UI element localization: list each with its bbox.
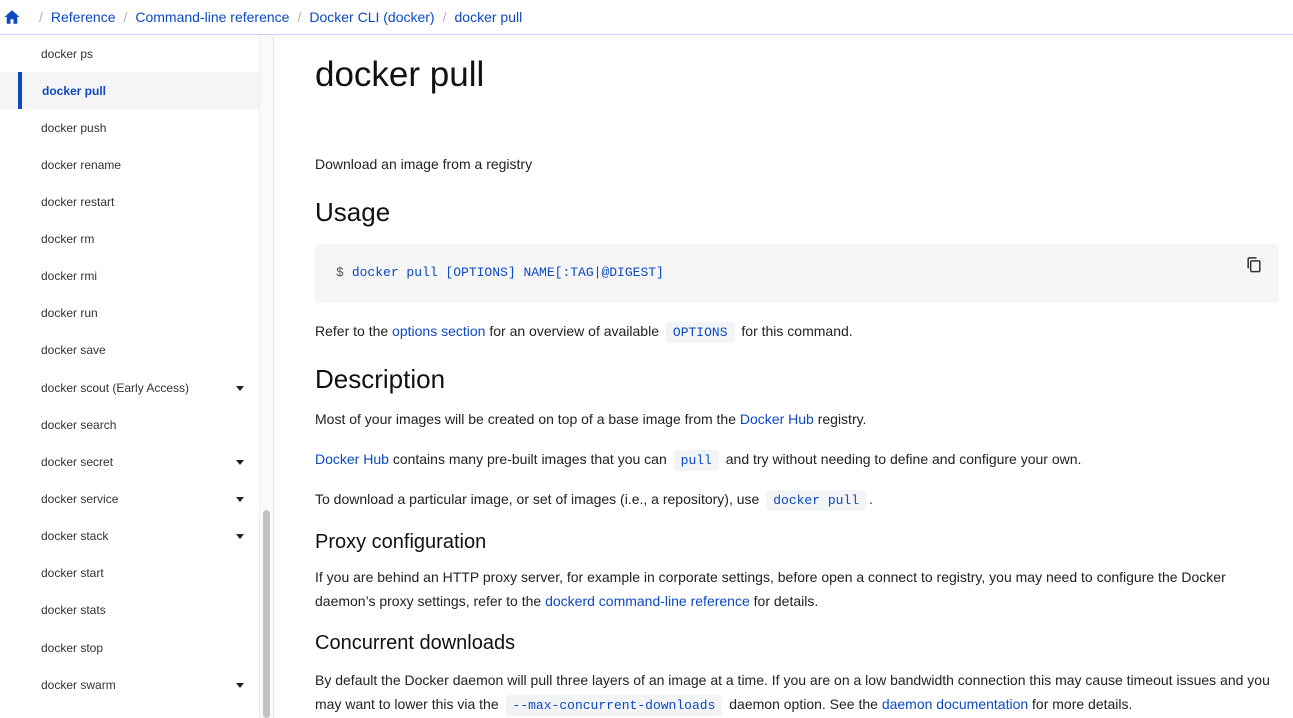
sidebar-item-label: docker push (41, 120, 107, 135)
usage-heading: Usage (315, 197, 391, 227)
breadcrumb-separator: / (39, 9, 43, 25)
sidebar-item-docker-save[interactable]: docker save (0, 331, 260, 368)
sidebar-item-docker-swarm[interactable]: docker swarm (0, 666, 260, 703)
sidebar-item-docker-ps[interactable]: docker ps (0, 35, 260, 72)
sidebar-item-label: docker start (41, 565, 104, 580)
breadcrumb-docker-cli[interactable]: Docker CLI (docker) (309, 9, 434, 25)
breadcrumb-separator: / (123, 9, 128, 25)
text: for details. (753, 593, 819, 609)
sidebar-item-docker-secret[interactable]: docker secret (0, 443, 260, 480)
inline-code-options: OPTIONS (665, 322, 735, 343)
sidebar-item-docker-rm[interactable]: docker rm (0, 220, 260, 257)
copy-icon[interactable] (1244, 255, 1264, 275)
expand-caret-icon[interactable] (236, 497, 244, 502)
sidebar-item-docker-search[interactable]: docker search (0, 406, 260, 443)
text: contains many pre-built images that you … (392, 451, 667, 467)
breadcrumb: / Reference / Command-line reference / D… (0, 0, 1293, 35)
page-title: docker pull (315, 55, 485, 94)
sidebar-item-label: docker pull (42, 83, 107, 98)
sidebar-item-label: docker search (41, 417, 117, 432)
sidebar-item-docker-rmi[interactable]: docker rmi (0, 257, 260, 294)
concurrent-paragraph: By default the Docker daemon will pull t… (315, 668, 1280, 718)
breadcrumb-reference[interactable]: Reference (51, 9, 116, 25)
usage-command-text: docker pull [OPTIONS] NAME[:TAG|@DIGEST] (351, 265, 664, 280)
proxy-line-2: daemon’s proxy settings, refer to the do… (315, 589, 1280, 613)
sidebar-item-docker-service[interactable]: docker service (0, 480, 260, 517)
sidebar-item-label: docker rm (41, 231, 95, 246)
text: registry. (817, 411, 867, 427)
usage-code-block: $ docker pull [OPTIONS] NAME[:TAG|@DIGEST… (315, 244, 1279, 303)
sidebar-item-label: docker restart (41, 194, 115, 209)
home-icon[interactable] (3, 8, 21, 26)
sidebar-item-docker-scout[interactable]: docker scout (Early Access) (0, 369, 260, 406)
text: for this command. (741, 323, 853, 339)
concurrent-line-2: may want to lower this via the --max-con… (315, 692, 1280, 718)
sidebar-nav: docker ps docker pull docker push docker… (0, 35, 260, 718)
sidebar-item-docker-pull[interactable]: docker pull (0, 72, 260, 109)
sidebar-item-label: docker secret (41, 454, 114, 469)
sidebar-item-docker-push[interactable]: docker push (0, 109, 260, 146)
proxy-heading: Proxy configuration (315, 531, 487, 553)
text: daemon option. See the (729, 696, 878, 712)
proxy-line-1: If you are behind an HTTP proxy server, … (315, 569, 1226, 585)
breadcrumb-separator: / (297, 9, 302, 25)
sidebar-divider (273, 35, 274, 718)
sidebar-item-docker-stats[interactable]: docker stats (0, 591, 260, 628)
sidebar-item-label: docker ps (41, 46, 94, 61)
sidebar-item-label: docker stats (41, 602, 106, 617)
options-section-link[interactable]: options section (392, 323, 485, 339)
description-heading: Description (315, 364, 446, 394)
description-paragraph-1: Most of your images will be created on t… (315, 407, 866, 431)
inline-code-docker-pull: docker pull (766, 490, 867, 511)
concurrent-line-1: By default the Docker daemon will pull t… (315, 672, 1270, 688)
sidebar-item-docker-stop[interactable]: docker stop (0, 629, 260, 666)
breadcrumb-current[interactable]: docker pull (455, 9, 523, 25)
shell-prompt: $ (336, 265, 344, 280)
breadcrumb-cli-reference[interactable]: Command-line reference (135, 9, 289, 25)
docker-hub-link[interactable]: Docker Hub (315, 451, 389, 467)
sidebar-item-label: docker run (41, 305, 98, 320)
sidebar-item-label: docker scout (Early Access) (41, 380, 190, 395)
breadcrumb-separator: / (442, 9, 447, 25)
expand-caret-icon[interactable] (236, 386, 244, 391)
docker-hub-link[interactable]: Docker Hub (740, 411, 814, 427)
text: Refer to the (315, 323, 389, 339)
text: Most of your images will be created on t… (315, 411, 736, 427)
sidebar-item-docker-stack[interactable]: docker stack (0, 517, 260, 554)
sidebar-item-label: docker rmi (41, 268, 98, 283)
expand-caret-icon[interactable] (236, 683, 244, 688)
expand-caret-icon[interactable] (236, 534, 244, 539)
proxy-paragraph: If you are behind an HTTP proxy server, … (315, 565, 1280, 613)
concurrent-heading: Concurrent downloads (315, 632, 516, 654)
sidebar-item-label: docker swarm (41, 677, 116, 692)
text: may want to lower this via the (315, 696, 499, 712)
inline-code-pull: pull (673, 450, 719, 471)
sidebar-item-label: docker rename (41, 157, 122, 172)
sidebar-item-docker-restart[interactable]: docker restart (0, 183, 260, 220)
description-paragraph-3: To download a particular image, or set o… (315, 487, 873, 513)
sidebar-item-label: docker save (41, 342, 106, 357)
sidebar-scrollbar-thumb[interactable] (263, 510, 270, 718)
text: . (869, 491, 873, 507)
sidebar-item-label: docker stack (41, 528, 109, 543)
inline-code-max-concurrent: --max-concurrent-downloads (505, 695, 723, 716)
text: and try without needing to define and co… (725, 451, 1082, 467)
dockerd-reference-link[interactable]: dockerd command-line reference (545, 593, 750, 609)
text: for more details. (1032, 696, 1133, 712)
usage-command: $ docker pull [OPTIONS] NAME[:TAG|@DIGEST… (336, 265, 664, 280)
sidebar-item-docker-start[interactable]: docker start (0, 554, 260, 591)
usage-refer-paragraph: Refer to the options section for an over… (315, 319, 853, 345)
sidebar-item-docker-rename[interactable]: docker rename (0, 146, 260, 183)
sidebar-item-label: docker stop (41, 640, 104, 655)
text: daemon’s proxy settings, refer to the (315, 593, 542, 609)
description-paragraph-2: Docker Hub contains many pre-built image… (315, 447, 1081, 473)
text: for an overview of available (489, 323, 659, 339)
sidebar-item-docker-run[interactable]: docker run (0, 294, 260, 331)
expand-caret-icon[interactable] (236, 460, 244, 465)
sidebar-item-label: docker service (41, 491, 119, 506)
daemon-documentation-link[interactable]: daemon documentation (882, 696, 1028, 712)
page-summary: Download an image from a registry (315, 156, 533, 172)
text: To download a particular image, or set o… (315, 491, 760, 507)
